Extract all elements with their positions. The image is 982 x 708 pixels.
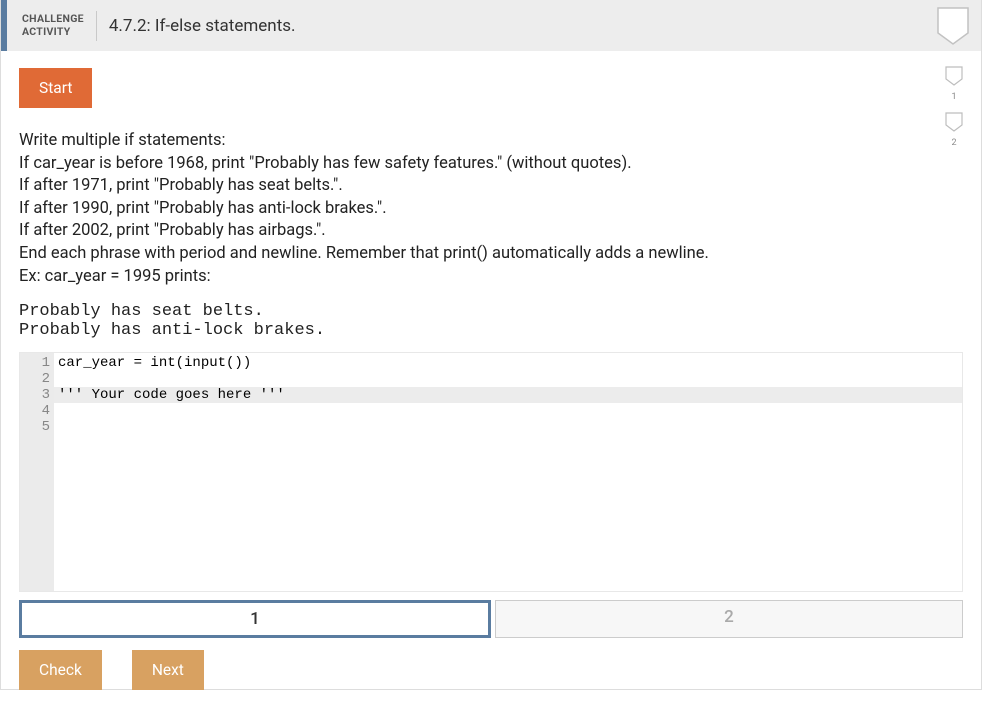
code-line [54,419,962,435]
progress-shield-1-label: 1 [945,92,963,102]
step-tabs: 1 2 [19,600,963,638]
progress-shield-1[interactable]: 1 [945,66,963,102]
instruction-line: Ex: car_year = 1995 prints: [19,266,963,289]
next-button[interactable]: Next [132,650,204,690]
tab-step-1[interactable]: 1 [19,600,491,638]
action-row: Check Next [19,650,963,690]
gutter-line: 1 [30,355,50,371]
gutter-line: 2 [30,371,50,387]
header-divider [96,11,97,41]
start-button[interactable]: Start [19,68,92,108]
code-line [54,403,962,419]
gutter-line: 5 [30,419,50,435]
challenge-label-line2: ACTIVITY [22,26,84,38]
shield-icon [945,112,963,132]
instruction-line: If after 1990, print "Probably has anti-… [19,198,963,221]
example-output: Probably has seat belts. Probably has an… [19,302,963,340]
instruction-line: If after 2002, print "Probably has airba… [19,220,963,243]
code-line: ''' Your code goes here ''' [54,387,962,403]
shield-icon [945,66,963,86]
instructions-text: Write multiple if statements: If car_yea… [19,130,963,288]
challenge-title: 4.7.2: If-else statements. [109,16,296,36]
instruction-line: If after 1971, print "Probably has seat … [19,175,963,198]
challenge-header: CHALLENGE ACTIVITY 4.7.2: If-else statem… [1,0,981,51]
instruction-line: Write multiple if statements: [19,130,963,153]
gutter-line: 3 [30,387,50,403]
progress-shields: 1 2 [945,66,963,148]
shield-icon [937,7,969,49]
instruction-line: If car_year is before 1968, print "Proba… [19,153,963,176]
progress-shield-2[interactable]: 2 [945,112,963,148]
gutter-line: 4 [30,403,50,419]
tab-step-2[interactable]: 2 [495,600,963,638]
code-line: car_year = int(input()) [54,355,962,371]
challenge-label-line1: CHALLENGE [22,13,84,25]
code-gutter: 1 2 3 4 5 [20,353,54,591]
progress-shield-2-label: 2 [945,138,963,148]
check-button[interactable]: Check [19,650,102,690]
code-editor[interactable]: 1 2 3 4 5 car_year = int(input()) ''' Yo… [19,352,963,592]
challenge-activity-label: CHALLENGE ACTIVITY [22,13,96,37]
instruction-line: End each phrase with period and newline.… [19,243,963,266]
code-body[interactable]: car_year = int(input()) ''' Your code go… [54,353,962,591]
code-line [54,371,962,387]
